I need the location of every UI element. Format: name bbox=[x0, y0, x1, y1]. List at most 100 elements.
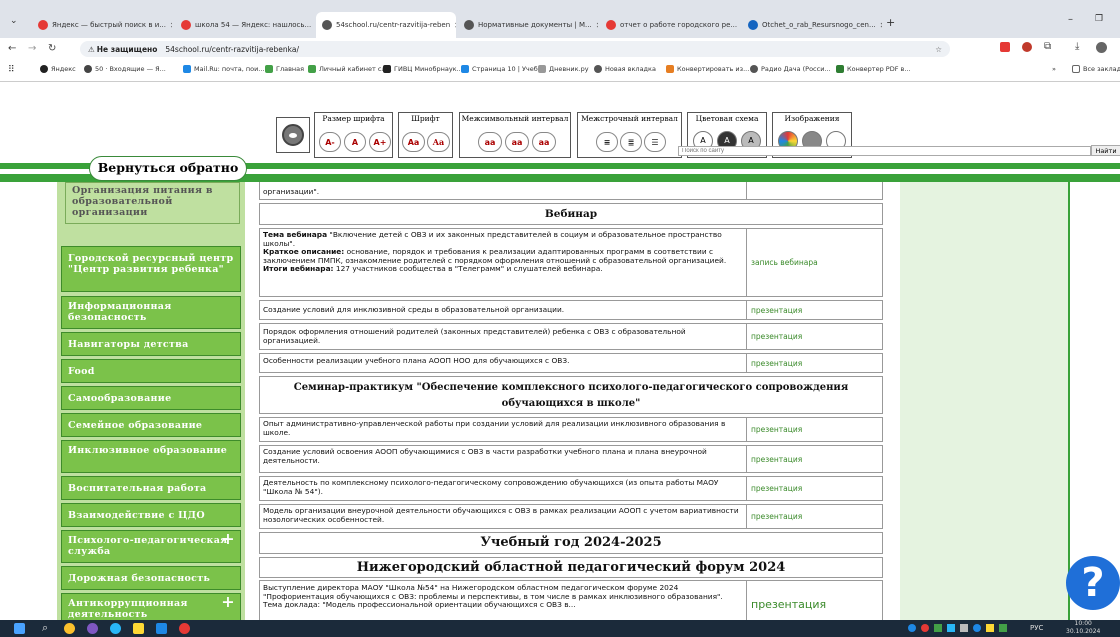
star-icon[interactable]: ☆ bbox=[935, 45, 942, 54]
tray-icon[interactable] bbox=[908, 624, 916, 632]
line-spacing-wide-button[interactable]: ☰ bbox=[644, 132, 666, 152]
sidebar-item-inclusive[interactable]: Инклюзивное образование bbox=[61, 440, 241, 473]
sidebar-item-self-education[interactable]: Самообразование bbox=[61, 386, 241, 410]
bookmark-item[interactable]: 50 · Входящие — Я... bbox=[84, 65, 166, 73]
tab-normative-docs[interactable]: Нормативные документы | М...✕ bbox=[458, 14, 598, 36]
windows-start-icon[interactable] bbox=[14, 623, 25, 634]
presentation-link[interactable]: презентация bbox=[748, 324, 882, 349]
tray-icon[interactable] bbox=[973, 624, 981, 632]
font-normal-button[interactable]: A bbox=[344, 132, 366, 152]
tray-icon[interactable] bbox=[934, 624, 942, 632]
minimize-button[interactable]: – bbox=[1068, 14, 1073, 25]
spacing-medium-button[interactable]: aa bbox=[505, 132, 529, 152]
close-icon[interactable]: ✕ bbox=[737, 21, 740, 30]
reload-icon[interactable]: ↻ bbox=[48, 43, 56, 54]
bookmark-item[interactable]: Конвертировать из... bbox=[666, 65, 749, 73]
all-bookmarks-folder[interactable]: Все закладки bbox=[1072, 65, 1120, 73]
tab-otchet-doc[interactable]: Otchet_o_rab_Resursnogo_cen...✕ bbox=[742, 14, 882, 36]
sidebar-item-food[interactable]: Food bbox=[61, 359, 241, 383]
download-icon[interactable]: ⤓ bbox=[1075, 41, 1079, 52]
telegram-icon[interactable] bbox=[110, 623, 121, 634]
font-larger-button[interactable]: A+ bbox=[369, 132, 391, 152]
tab-yandex[interactable]: Яндекс — быстрый поиск в и...✕ bbox=[32, 14, 172, 36]
tray-icon[interactable] bbox=[947, 624, 955, 632]
bookmark-item[interactable]: ГИВЦ Минобрнаук... bbox=[383, 65, 463, 73]
close-icon[interactable]: ✕ bbox=[311, 21, 315, 30]
tab-school54-search[interactable]: школа 54 — Яндекс: нашлось...✕ bbox=[175, 14, 315, 36]
extensions-puzzle-icon[interactable]: ⧉ bbox=[1044, 41, 1051, 52]
tray-icon[interactable] bbox=[999, 624, 1007, 632]
url-field[interactable]: ⚠ Не защищено 54school.ru/centr-razvitij… bbox=[80, 41, 950, 57]
table-row: организации". bbox=[259, 182, 883, 200]
back-button[interactable]: Вернуться обратно bbox=[89, 156, 247, 181]
bookmark-item[interactable]: Новая вкладка bbox=[594, 65, 656, 73]
word-icon[interactable] bbox=[156, 623, 167, 634]
line-spacing-medium-button[interactable]: ≣ bbox=[620, 132, 642, 152]
yandex-browser-icon[interactable] bbox=[179, 623, 190, 634]
presentation-link[interactable]: презентация bbox=[748, 446, 882, 472]
new-tab-button[interactable]: + bbox=[886, 16, 895, 29]
font-smaller-button[interactable]: A- bbox=[319, 132, 341, 152]
tray-icon[interactable] bbox=[960, 624, 968, 632]
bookmark-item[interactable]: Главная bbox=[265, 65, 304, 73]
tab-report[interactable]: отчет о работе городского ре...✕ bbox=[600, 14, 740, 36]
sidebar-menu: Организация питания в образовательной ор… bbox=[57, 182, 245, 626]
more-bookmarks-icon[interactable]: » bbox=[1052, 65, 1056, 73]
back-arrow-icon[interactable]: ← bbox=[8, 43, 16, 54]
bookmark-item[interactable]: Mail.Ru: почта, пои... bbox=[183, 65, 265, 73]
presentation-link[interactable]: презентация bbox=[748, 418, 882, 441]
tray-icon[interactable] bbox=[986, 624, 994, 632]
bookmark-item[interactable]: Дневник.ру bbox=[538, 65, 589, 73]
bookmark-item[interactable]: Конвертер PDF в... bbox=[836, 65, 911, 73]
search-icon[interactable]: ⌕ bbox=[42, 621, 48, 635]
presentation-link[interactable]: презентация bbox=[748, 301, 882, 319]
bookmark-item[interactable]: Радио Дача (Росси... bbox=[750, 65, 831, 73]
clock[interactable]: 10:00 30.10.2024 bbox=[1066, 620, 1100, 636]
tray-icon[interactable] bbox=[921, 624, 929, 632]
sidebar-item-navigators[interactable]: Навигаторы детства bbox=[61, 332, 241, 356]
sidebar-item-psych-service[interactable]: Психолого-педагогическая служба + bbox=[61, 530, 241, 563]
font-serif-button[interactable]: Aa bbox=[427, 132, 450, 152]
apps-grid-icon[interactable]: ⠿ bbox=[8, 65, 15, 75]
webinar-recording-link[interactable]: запись вебинара bbox=[748, 229, 882, 296]
bookmark-item[interactable]: Страница 10 | Учеб... bbox=[461, 65, 544, 73]
close-icon[interactable]: ✕ bbox=[166, 21, 172, 30]
close-icon[interactable]: ✕ bbox=[592, 21, 598, 30]
maximize-button[interactable]: ❐ bbox=[1095, 14, 1103, 24]
line-spacing-normal-button[interactable]: ≡ bbox=[596, 132, 618, 152]
sidebar-item-nutrition[interactable]: Организация питания в образовательной ор… bbox=[65, 182, 240, 224]
presentation-link[interactable]: презентация bbox=[748, 505, 882, 528]
spacing-wide-button[interactable]: aa bbox=[532, 132, 556, 152]
spacing-normal-button[interactable]: aa bbox=[478, 132, 502, 152]
presentation-link[interactable]: презентация bbox=[748, 581, 882, 620]
accessibility-toggle[interactable] bbox=[276, 117, 310, 153]
help-button[interactable]: ? bbox=[1066, 556, 1120, 610]
sidebar-item-cdo[interactable]: Взаимодействие с ЦДО bbox=[61, 503, 241, 527]
site-search-input[interactable] bbox=[678, 146, 1091, 156]
bookmark-item[interactable]: Яндекс bbox=[40, 65, 76, 73]
tab-54school-active[interactable]: 54school.ru/centr-razvitija-reben✕ bbox=[316, 12, 456, 38]
extension-icon[interactable] bbox=[1022, 42, 1032, 52]
folder-icon[interactable] bbox=[133, 623, 144, 634]
font-sans-button[interactable]: Aa bbox=[402, 132, 425, 152]
sidebar-item-upbringing[interactable]: Воспитательная работа bbox=[61, 476, 241, 500]
sidebar-item-road-safety[interactable]: Дорожная безопасность bbox=[61, 566, 241, 590]
site-search-button[interactable]: Найти bbox=[1091, 145, 1120, 156]
browser-icon[interactable] bbox=[64, 623, 75, 634]
extension-icon[interactable] bbox=[1000, 42, 1010, 52]
bookmark-item[interactable]: Личный кабинет сл... bbox=[308, 65, 392, 73]
expand-plus-icon[interactable]: + bbox=[221, 594, 235, 610]
app-icon[interactable] bbox=[87, 623, 98, 634]
tab-search-button[interactable]: ⌄ bbox=[10, 16, 18, 26]
language-indicator[interactable]: РУС bbox=[1030, 624, 1043, 632]
forward-arrow-icon[interactable]: → bbox=[28, 43, 36, 54]
sidebar-item-resource-center[interactable]: Городской ресурсный центр "Центр развити… bbox=[61, 246, 241, 292]
sidebar-item-info-security[interactable]: Информационная безопасность bbox=[61, 296, 241, 329]
close-icon[interactable]: ✕ bbox=[450, 21, 456, 30]
avatar[interactable] bbox=[1096, 42, 1107, 53]
presentation-link[interactable]: презентация bbox=[748, 477, 882, 500]
close-icon[interactable]: ✕ bbox=[876, 21, 882, 30]
sidebar-item-family-education[interactable]: Семейное образование bbox=[61, 413, 241, 437]
presentation-link[interactable]: презентация bbox=[748, 354, 882, 372]
expand-plus-icon[interactable]: + bbox=[221, 531, 235, 547]
